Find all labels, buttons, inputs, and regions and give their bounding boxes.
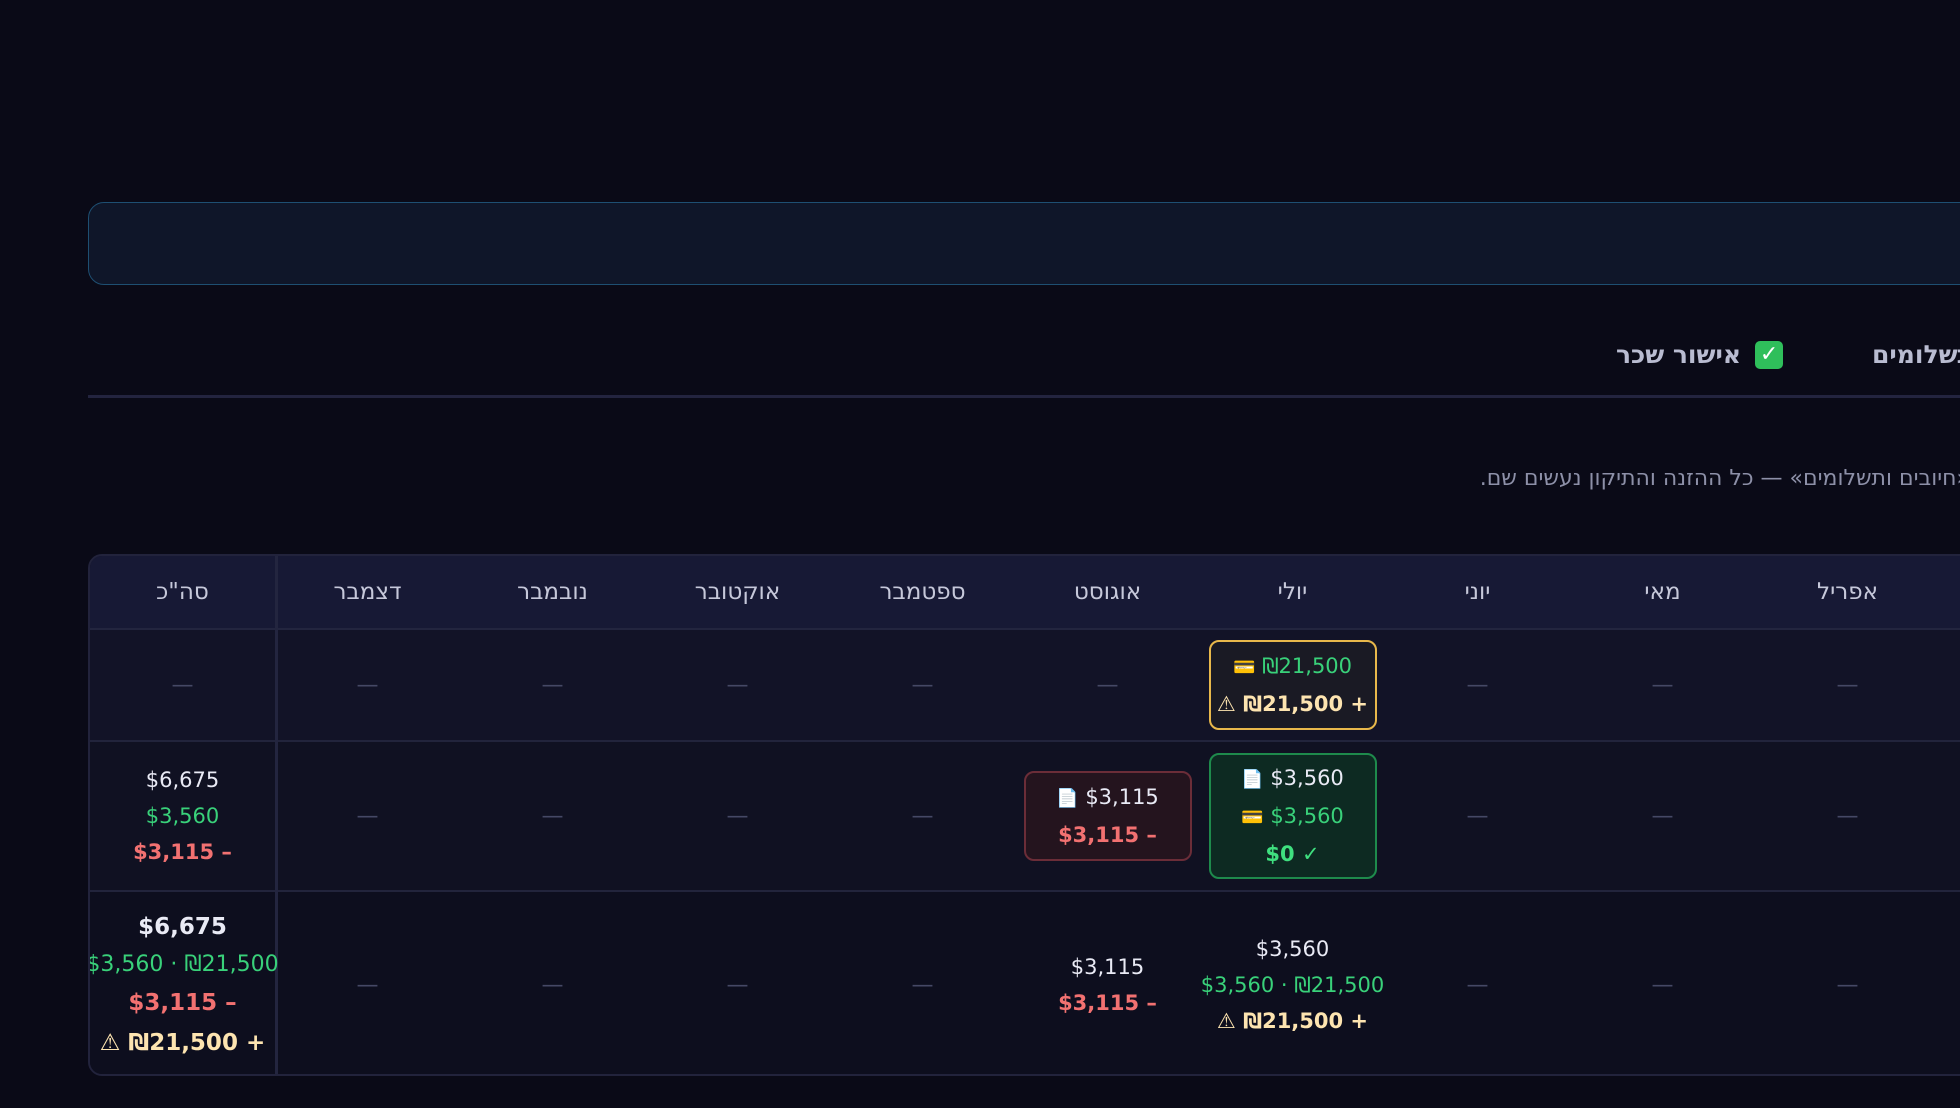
row3-aug-diff: $3,115 – bbox=[1058, 991, 1157, 1015]
row1-oct-empty: — bbox=[726, 672, 749, 698]
row3-total-cell: $6,675 $3,560 · ₪21,500 $3,115 – ⚠ ₪21,5… bbox=[90, 892, 279, 1074]
row2-aug-billed: $3,115 bbox=[1085, 785, 1159, 809]
tab-bar-divider bbox=[88, 395, 1960, 398]
row1-jul-diff: ₪21,500 + bbox=[1243, 692, 1369, 716]
row2-jul-paid-line: 💳 $3,560 bbox=[1241, 798, 1344, 836]
row2-jun-empty: — bbox=[1466, 803, 1489, 829]
tab-salary-approval[interactable]: ✓ אישור שכר bbox=[1616, 340, 1784, 369]
row2-jul-cell[interactable]: 📄 $3,560 💳 $3,560 $0 ✓ bbox=[1200, 742, 1385, 890]
row1-apr-empty: — bbox=[1836, 672, 1859, 698]
row1-aug-empty: — bbox=[1096, 672, 1119, 698]
row1-nov-empty: — bbox=[541, 672, 564, 698]
header-november: נובמבר bbox=[517, 579, 588, 605]
row2-apr-empty: — bbox=[1836, 803, 1859, 829]
warning-icon: ⚠ bbox=[1216, 692, 1236, 716]
row3-dec-empty: — bbox=[356, 972, 379, 998]
row3-total-diff-usd: $3,115 – bbox=[128, 990, 237, 1016]
row1-dec-empty: — bbox=[356, 672, 379, 698]
row1-jul-diff-line: ⚠ ₪21,500 + bbox=[1217, 686, 1368, 722]
row2-jul-billed-line: 📄 $3,560 bbox=[1241, 760, 1344, 798]
row3-apr-empty: — bbox=[1836, 972, 1859, 998]
row3-jul-cell: $3,560 $3,560 · ₪21,500 ⚠ ₪21,500 + bbox=[1200, 892, 1385, 1074]
row2-total-billed: $6,675 bbox=[145, 768, 220, 792]
row3-nov-empty: — bbox=[541, 972, 564, 998]
row2-jul-paid: $3,560 bbox=[1270, 804, 1344, 828]
row3-aug-cell: $3,115 $3,115 – bbox=[1015, 892, 1200, 1074]
document-icon: 📄 bbox=[1056, 788, 1079, 809]
row2-nov-empty: — bbox=[541, 803, 564, 829]
row1-may-empty: — bbox=[1651, 672, 1674, 698]
row1-jul-cell[interactable]: 💳 ₪21,500 ⚠ ₪21,500 + bbox=[1200, 630, 1385, 740]
row2-total-cell: $6,675 $3,560 $3,115 – bbox=[90, 742, 275, 890]
header-september: ספטמבר bbox=[879, 579, 966, 605]
row1-jul-paid: ₪21,500 bbox=[1262, 654, 1353, 678]
warning-icon: ⚠ bbox=[1216, 1009, 1236, 1033]
header-may: מאי bbox=[1644, 579, 1681, 605]
row3-may-empty: — bbox=[1651, 972, 1674, 998]
header-december: דצמבר bbox=[333, 579, 402, 605]
tab-salary-approval-label: אישור שכר bbox=[1616, 340, 1742, 369]
row2-total-paid: $3,560 bbox=[145, 804, 220, 828]
card-icon: 💳 bbox=[1241, 807, 1264, 828]
row3-total-diff-ils: ₪21,500 + bbox=[128, 1030, 266, 1056]
row2-dec-empty: — bbox=[356, 803, 379, 829]
row2-jul-card[interactable]: 📄 $3,560 💳 $3,560 $0 ✓ bbox=[1208, 753, 1377, 879]
row1-jun-empty: — bbox=[1466, 672, 1489, 698]
row2-jul-diff: $0 ✓ bbox=[1265, 842, 1320, 866]
row2-aug-card[interactable]: 📄 $3,115 $3,115 – bbox=[1023, 771, 1192, 861]
row2-sep-empty: — bbox=[911, 803, 934, 829]
row1-jul-paid-line: 💳 ₪21,500 bbox=[1233, 648, 1352, 686]
row3-jul-diff-line: ⚠ ₪21,500 + bbox=[1217, 1003, 1368, 1039]
header-total: סה"כ bbox=[156, 579, 209, 605]
row3-sep-empty: — bbox=[911, 972, 934, 998]
header-april: אפריל bbox=[1817, 579, 1878, 605]
tab-payments-label: תשלומים bbox=[1872, 340, 1960, 369]
warning-icon: ⚠ bbox=[99, 1030, 121, 1056]
document-icon: 📄 bbox=[1241, 769, 1264, 790]
row3-total-diff-ils-line: ⚠ ₪21,500 + bbox=[100, 1023, 265, 1063]
row3-oct-empty: — bbox=[726, 972, 749, 998]
header-august: אוגוסט bbox=[1073, 579, 1142, 605]
row2-aug-diff: $3,115 – bbox=[1058, 823, 1157, 847]
row1-jul-card[interactable]: 💳 ₪21,500 ⚠ ₪21,500 + bbox=[1208, 640, 1377, 730]
row1-sep-empty: — bbox=[911, 672, 934, 698]
row2-aug-cell[interactable]: 📄 $3,115 $3,115 – bbox=[1015, 742, 1200, 890]
row2-aug-billed-line: 📄 $3,115 bbox=[1056, 779, 1159, 817]
row2-oct-empty: — bbox=[726, 803, 749, 829]
row3-jul-billed: $3,560 bbox=[1255, 937, 1330, 961]
row3-jul-diff: ₪21,500 + bbox=[1243, 1009, 1369, 1033]
search-banner[interactable] bbox=[88, 202, 1960, 285]
row2-may-empty: — bbox=[1651, 803, 1674, 829]
row3-jul-paid: $3,560 · ₪21,500 bbox=[1200, 973, 1385, 997]
row1-total-empty: — bbox=[171, 672, 194, 698]
row3-jun-empty: — bbox=[1466, 972, 1489, 998]
row2-jul-billed: $3,560 bbox=[1270, 766, 1344, 790]
tab-payments[interactable]: תשלומים bbox=[1872, 340, 1960, 369]
header-june: יוני bbox=[1464, 579, 1491, 605]
hint-text: «חיובים ותשלומים» — כל ההזנה והתיקון נעש… bbox=[1479, 466, 1960, 491]
row2-total-diff: $3,115 – bbox=[133, 840, 232, 864]
row3-aug-billed: $3,115 bbox=[1070, 955, 1145, 979]
header-july: יולי bbox=[1277, 579, 1308, 605]
payments-table: סה"כ דצמבר נובמבר אוקטובר ספטמבר אוגוסט … bbox=[88, 554, 1960, 1076]
card-icon: 💳 bbox=[1232, 657, 1256, 678]
header-october: אוקטובר bbox=[694, 579, 781, 605]
checkmark-icon: ✓ bbox=[1755, 340, 1784, 369]
row3-total-billed: $6,675 bbox=[138, 914, 227, 940]
row3-total-paid: $3,560 · ₪21,500 bbox=[88, 952, 279, 977]
